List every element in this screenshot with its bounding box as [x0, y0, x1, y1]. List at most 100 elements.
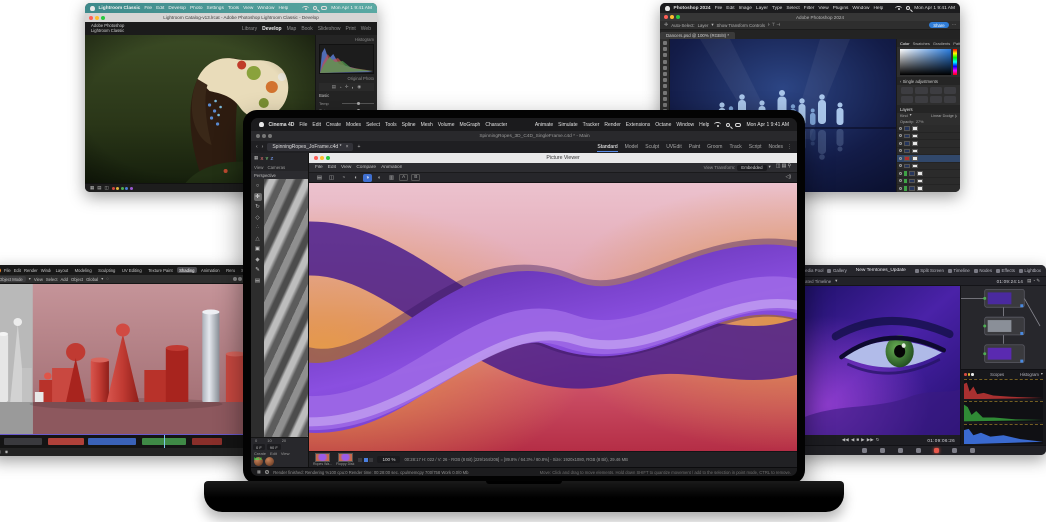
search-icon[interactable]: [726, 123, 730, 127]
orientation-dropdown[interactable]: Global: [86, 277, 98, 282]
material-menu-create[interactable]: Create: [254, 451, 266, 456]
more-options-icon[interactable]: ⋯: [952, 23, 956, 27]
compare-split-icon[interactable]: ◑: [363, 174, 372, 182]
ps-menu-select[interactable]: Select: [786, 6, 799, 11]
overflow-icon[interactable]: ⋮: [787, 145, 792, 150]
grid-icon[interactable]: ▦: [254, 156, 258, 161]
c4d-menu-create[interactable]: Create: [326, 122, 341, 128]
layer-row[interactable]: [897, 133, 960, 141]
ps-menu-window[interactable]: Window: [852, 6, 869, 11]
traffic-lights[interactable]: [314, 156, 330, 160]
layout-tab-paint[interactable]: Paint: [689, 142, 700, 152]
compare-left-icon[interactable]: ◖: [351, 174, 360, 182]
blender-timeline[interactable]: [0, 434, 257, 448]
viewport-menu-cameras[interactable]: Cameras: [267, 165, 285, 170]
pv-menu-animation[interactable]: Animation: [381, 165, 402, 170]
layout-tab-nodes[interactable]: Nodes: [769, 142, 783, 152]
grid-view-icon[interactable]: ▦: [90, 186, 94, 191]
c4d-menu-simulate[interactable]: Simulate: [558, 122, 577, 128]
share-button[interactable]: Share: [929, 22, 948, 28]
apple-menu-icon[interactable]: [665, 6, 670, 11]
viewport-menu-view[interactable]: View: [254, 165, 263, 170]
speaker-icon[interactable]: ◁): [785, 175, 791, 180]
resolve-button-split-screen[interactable]: Split Screen: [915, 268, 944, 273]
ps-menu-image[interactable]: Image: [739, 6, 752, 11]
color-label-dots[interactable]: [112, 187, 133, 190]
blender-logo-icon[interactable]: [0, 268, 1, 273]
layout-tab-standard[interactable]: Standard: [597, 142, 617, 152]
resolve-button-effects[interactable]: Effects: [996, 268, 1015, 273]
photoshop-app-menu[interactable]: Photoshop 2024: [674, 6, 711, 11]
workspace-tab-shading[interactable]: Shading: [177, 267, 196, 273]
apple-menu-icon[interactable]: [90, 6, 95, 11]
blender-menu-edit[interactable]: Edit: [14, 268, 21, 273]
lr-menu-view[interactable]: View: [243, 6, 253, 11]
color-label-dot[interactable]: [121, 187, 124, 190]
lr-menu-tools[interactable]: Tools: [228, 6, 239, 11]
color-picker[interactable]: [897, 47, 960, 77]
slider-temp[interactable]: Temp: [319, 100, 374, 107]
resolve-button-nodes[interactable]: Nodes: [974, 268, 992, 273]
layer-row[interactable]: [897, 125, 960, 133]
fullscreen-icon[interactable]: ◔: [339, 174, 348, 182]
histogram-label[interactable]: Histogram: [319, 37, 374, 42]
ps-menu-file[interactable]: File: [715, 6, 723, 11]
c4d-menu-mesh[interactable]: Mesh: [421, 122, 433, 128]
visibility-eye-icon[interactable]: [899, 134, 902, 137]
ps-menu-type[interactable]: Type: [772, 6, 782, 11]
blender-menu-render[interactable]: Render: [24, 268, 38, 273]
material-menu-view[interactable]: View: [281, 451, 290, 456]
pv-menu-view[interactable]: View: [341, 165, 351, 170]
visibility-eye-icon[interactable]: [899, 157, 902, 160]
lr-module-library[interactable]: Library: [242, 26, 257, 32]
frame-field-90-f[interactable]: 90 F: [267, 444, 281, 450]
back-icon[interactable]: ‹: [256, 145, 258, 150]
layer-row[interactable]: [897, 140, 960, 148]
basic-panel-label[interactable]: Basic: [319, 93, 374, 98]
viewport-menu-select[interactable]: Select: [46, 277, 58, 282]
visibility-eye-icon[interactable]: [899, 142, 902, 145]
workspace-tab-sculpting[interactable]: Sculpting: [96, 267, 117, 273]
lightroom-app-menu[interactable]: Lightroom Classic: [99, 6, 141, 11]
compare-view-icon[interactable]: ◫: [105, 186, 109, 191]
mode-dropdown[interactable]: Object Mode: [0, 276, 26, 282]
c4d-menu-window[interactable]: Window: [676, 122, 694, 128]
apple-menu-icon[interactable]: [259, 122, 264, 127]
axis-lock-buttons[interactable]: ▦ XYZ: [251, 153, 308, 163]
layer-row[interactable]: [897, 185, 960, 192]
hue-slider[interactable]: [953, 49, 957, 75]
control-center-icon[interactable]: [321, 6, 327, 10]
forward-icon[interactable]: ›: [262, 145, 264, 150]
viewport-menu-add[interactable]: Add: [61, 277, 68, 282]
color-label-dot[interactable]: [130, 187, 133, 190]
lr-module-print[interactable]: Print: [346, 26, 356, 32]
traffic-lights[interactable]: [89, 16, 105, 20]
c4d-menu-tracker[interactable]: Tracker: [583, 122, 600, 128]
document-tab[interactable]: SpinningRopes_JoFrame.c4d *×: [267, 143, 353, 151]
frame-field-0-f[interactable]: 0 F: [253, 444, 265, 450]
c4d-app-menu[interactable]: Cinema 4D: [269, 122, 295, 128]
c4d-menu-help[interactable]: Help: [699, 122, 709, 128]
layers-list[interactable]: [897, 125, 960, 192]
layer-row[interactable]: [897, 163, 960, 171]
snap-magnet-icon[interactable]: ◌: [106, 277, 109, 281]
menubar-clock[interactable]: Mon Apr 1 9:41 AM: [331, 6, 372, 11]
ps-panel-tab-patterns[interactable]: Patterns: [953, 41, 960, 46]
layer-row[interactable]: [897, 155, 960, 163]
ps-menu-layer[interactable]: Layer: [756, 6, 768, 11]
layer-row[interactable]: [897, 170, 960, 178]
ps-menu-filter[interactable]: Filter: [804, 6, 815, 11]
zoom-level[interactable]: 100 %: [377, 456, 400, 463]
align-icons[interactable]: ⊦ ⊤ ⊣: [768, 23, 780, 27]
workspace-tab-rendering[interactable]: Rendering: [224, 267, 235, 273]
blender-menu-window[interactable]: Window: [41, 268, 51, 273]
lr-module-web[interactable]: Web: [361, 26, 371, 32]
folder-icon[interactable]: ▤: [315, 174, 324, 182]
pv-menu-compare[interactable]: Compare: [356, 165, 376, 170]
visibility-eye-icon[interactable]: [899, 149, 902, 152]
traffic-lights[interactable]: [664, 15, 680, 19]
layout-tab-track[interactable]: Track: [729, 142, 741, 152]
layout-tab-script[interactable]: Script: [749, 142, 762, 152]
compare-a-button[interactable]: A: [399, 174, 408, 181]
visibility-eye-icon[interactable]: [899, 179, 902, 182]
